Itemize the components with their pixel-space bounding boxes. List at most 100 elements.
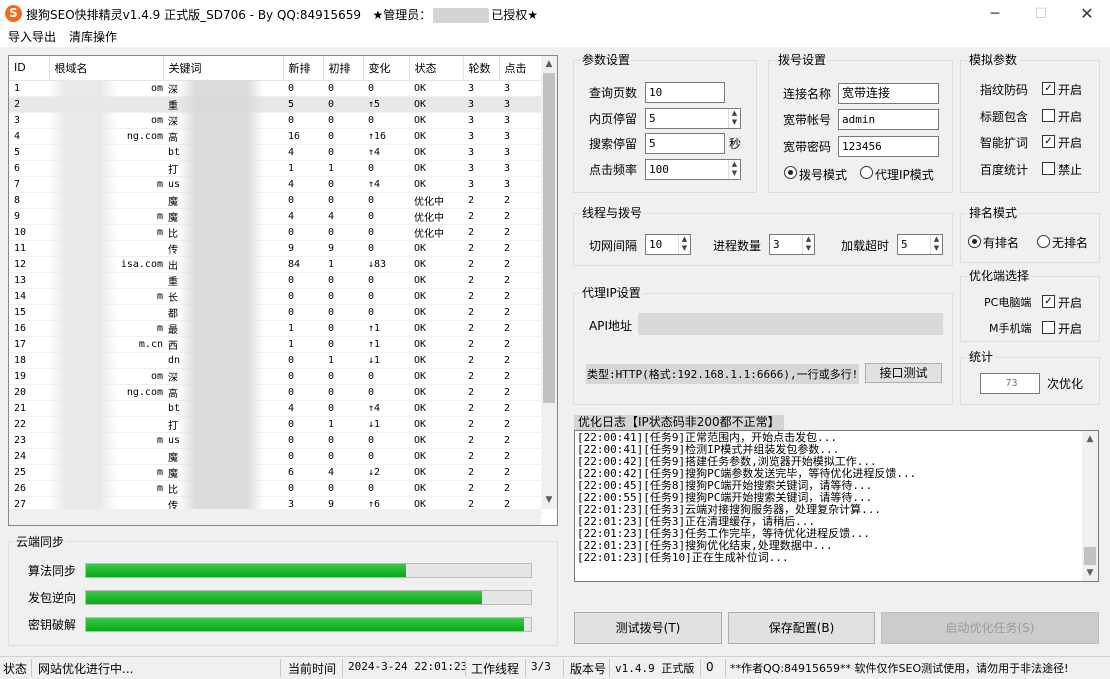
password-input[interactable]: 123456 <box>838 136 939 157</box>
table-cell: 9 <box>283 240 323 257</box>
table-cell: OK <box>409 272 463 289</box>
menu-clear-db[interactable]: 清库操作 <box>67 28 119 46</box>
column-header[interactable]: 新排 <box>283 56 324 81</box>
api-test-button[interactable]: 接口测试 <box>865 363 942 383</box>
dial-title: 拨号设置 <box>776 53 829 67</box>
table-cell: ↓83 <box>363 256 409 273</box>
sync-label: 算法同步 <box>28 564 77 578</box>
column-header[interactable]: 点击 <box>499 56 545 81</box>
table-cell: 23 <box>9 432 49 449</box>
column-header[interactable]: 变化 <box>363 56 410 81</box>
scroll-up-icon[interactable]: ▲ <box>541 56 557 72</box>
dial-mode-radio[interactable] <box>784 166 797 179</box>
column-header[interactable]: ID <box>9 56 50 81</box>
table-cell: 0 <box>323 384 363 401</box>
maximize-button[interactable]: ☐ <box>1018 0 1064 28</box>
table-cell: 2 <box>499 368 544 385</box>
log-scroll-up-icon[interactable]: ▲ <box>1082 431 1098 447</box>
table-cell: OK <box>409 96 463 113</box>
no-rank-radio[interactable] <box>1037 235 1050 248</box>
table-cell: 2 <box>463 400 499 417</box>
column-header[interactable]: 状态 <box>409 56 464 81</box>
table-cell: 2 <box>463 464 499 481</box>
table-cell: 0 <box>363 240 409 257</box>
inner-stay-label: 内页停留 <box>589 112 638 126</box>
title-contain-checkbox[interactable] <box>1042 109 1055 122</box>
table-cell: 0 <box>363 80 409 97</box>
table-cell: 0 <box>363 480 409 497</box>
column-header[interactable]: 轮数 <box>463 56 500 81</box>
search-stay-unit: 秒 <box>729 137 742 151</box>
switch-interval-stepper[interactable]: ▲ ▼ <box>678 235 690 254</box>
table-cell: OK <box>409 80 463 97</box>
click-freq-input[interactable]: 100 <box>645 159 741 180</box>
sync-progress-fill <box>86 564 406 577</box>
menu-import-export[interactable]: 导入导出 <box>6 28 58 46</box>
scroll-down-icon[interactable]: ▼ <box>541 492 557 508</box>
inner-stay-stepper[interactable]: ▲ ▼ <box>728 109 740 128</box>
status-threads-label: 工作线程 <box>471 662 520 676</box>
table-cell: 2 <box>499 288 544 305</box>
fingerprint-checkbox[interactable]: ✓ <box>1042 82 1055 95</box>
process-count-stepper[interactable]: ▲ ▼ <box>802 235 814 254</box>
log-scroll-down-icon[interactable]: ▼ <box>1082 565 1098 581</box>
log-textarea[interactable]: [22:00:41][任务9]正常范围内，开始点击发包... [22:00:41]… <box>574 430 1099 582</box>
baidu-stats-checkbox[interactable] <box>1042 162 1055 175</box>
mobile-checkbox[interactable] <box>1042 321 1055 334</box>
click-freq-stepper[interactable]: ▲ ▼ <box>728 160 740 179</box>
api-url-input[interactable] <box>638 313 943 335</box>
pc-checkbox[interactable]: ✓ <box>1042 295 1055 308</box>
query-pages-label: 查询页数 <box>589 86 638 100</box>
table-horizontal-scrollbar[interactable] <box>9 509 541 525</box>
table-cell: 0 <box>283 304 323 321</box>
table-cell: 2 <box>499 400 544 417</box>
proxy-mode-radio[interactable] <box>860 166 873 179</box>
status-separator <box>342 659 343 677</box>
table-cell: 0 <box>363 208 409 225</box>
close-button[interactable]: ✕ <box>1064 0 1110 28</box>
table-cell: ↑4 <box>363 176 409 193</box>
table-cell: 0 <box>323 368 363 385</box>
maximize-icon: ☐ <box>1034 6 1048 22</box>
table-cell: OK <box>409 368 463 385</box>
table-cell: 5 <box>9 144 49 161</box>
column-header[interactable]: 根域名 <box>49 56 164 81</box>
log-scroll-thumb[interactable] <box>1084 547 1096 565</box>
minimize-button[interactable]: ─ <box>972 0 1018 28</box>
process-count-value: 3 <box>773 238 780 251</box>
load-timeout-stepper[interactable]: ▲ ▼ <box>930 235 942 254</box>
table-cell: 优化中 <box>409 192 463 209</box>
save-config-button[interactable]: 保存配置(B) <box>728 612 875 644</box>
pc-label: PC电脑端 <box>984 296 1032 309</box>
table-cell: 0 <box>283 352 323 369</box>
smart-expand-checkbox[interactable]: ✓ <box>1042 135 1055 148</box>
table-cell: 0 <box>323 192 363 209</box>
table-cell: 2 <box>463 256 499 273</box>
table-cell: 0 <box>363 160 409 177</box>
column-header[interactable]: 初排 <box>323 56 364 81</box>
search-stay-input[interactable]: 5 <box>645 133 725 154</box>
table-cell: 2 <box>499 384 544 401</box>
minimize-icon: ─ <box>990 6 1000 22</box>
inner-stay-input[interactable]: 5 <box>645 108 741 129</box>
sync-progress-bar <box>85 617 532 632</box>
test-dial-button[interactable]: 测试拨号(T) <box>574 612 722 644</box>
with-rank-radio[interactable] <box>968 235 981 248</box>
table-cell: 0 <box>323 272 363 289</box>
table-cell: 0 <box>283 192 323 209</box>
stats-count: 73 <box>980 373 1040 394</box>
query-pages-input[interactable]: 10 <box>645 82 725 103</box>
column-header[interactable]: 关键词 <box>163 56 284 81</box>
table-cell: 10 <box>9 224 49 241</box>
password-label: 宽带密码 <box>783 140 832 154</box>
conn-name-input[interactable]: 宽带连接 <box>838 83 939 104</box>
with-rank-label: 有排名 <box>983 236 1020 250</box>
table-scroll-thumb[interactable] <box>543 73 555 403</box>
table-cell: 0 <box>323 336 363 353</box>
start-task-button[interactable]: 启动优化任务(S) <box>881 612 1099 644</box>
table-cell: 2 <box>463 480 499 497</box>
click-freq-label: 点击频率 <box>589 163 638 177</box>
window-title-text: 搜狗SEO快排精灵v1.4.9 正式版_SD706 - By QQ:849156… <box>26 8 361 22</box>
account-input[interactable]: admin <box>838 109 939 130</box>
table-cell: OK <box>409 400 463 417</box>
